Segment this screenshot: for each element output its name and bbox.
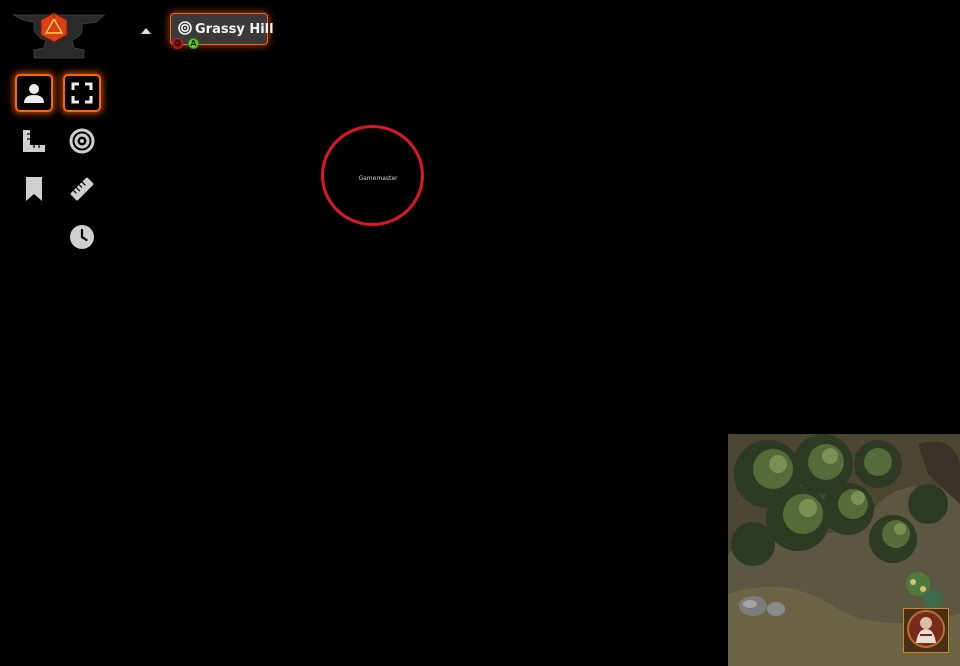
collapse-nav-button[interactable] (138, 20, 154, 36)
expand-icon (71, 82, 93, 104)
scene-tab-active[interactable]: Grassy Hill (170, 13, 274, 45)
caret-up-icon (141, 19, 151, 38)
user-icon (23, 82, 45, 104)
token-controls-button[interactable] (15, 74, 53, 112)
bullseye-icon (69, 128, 95, 154)
measure-button[interactable] (15, 122, 53, 160)
fullscreen-button[interactable] (63, 74, 101, 112)
ruler-combined-icon (22, 129, 46, 153)
scene-name: Grassy Hill (195, 21, 274, 37)
token-label: Gamemaster (358, 175, 398, 182)
character-portrait-icon (906, 609, 946, 653)
notes-button[interactable] (15, 170, 53, 208)
bullseye-icon (178, 20, 192, 39)
ruler-button[interactable] (63, 170, 101, 208)
target-button[interactable] (63, 122, 101, 160)
all-players-badge: A (188, 38, 199, 49)
ruler-icon (69, 176, 95, 202)
gm-badge: G (172, 38, 183, 49)
time-button[interactable] (63, 218, 101, 256)
bookmark-icon (24, 176, 44, 202)
clock-icon (69, 224, 95, 250)
app-logo-icon[interactable] (12, 10, 108, 62)
token-portrait[interactable] (903, 608, 949, 653)
